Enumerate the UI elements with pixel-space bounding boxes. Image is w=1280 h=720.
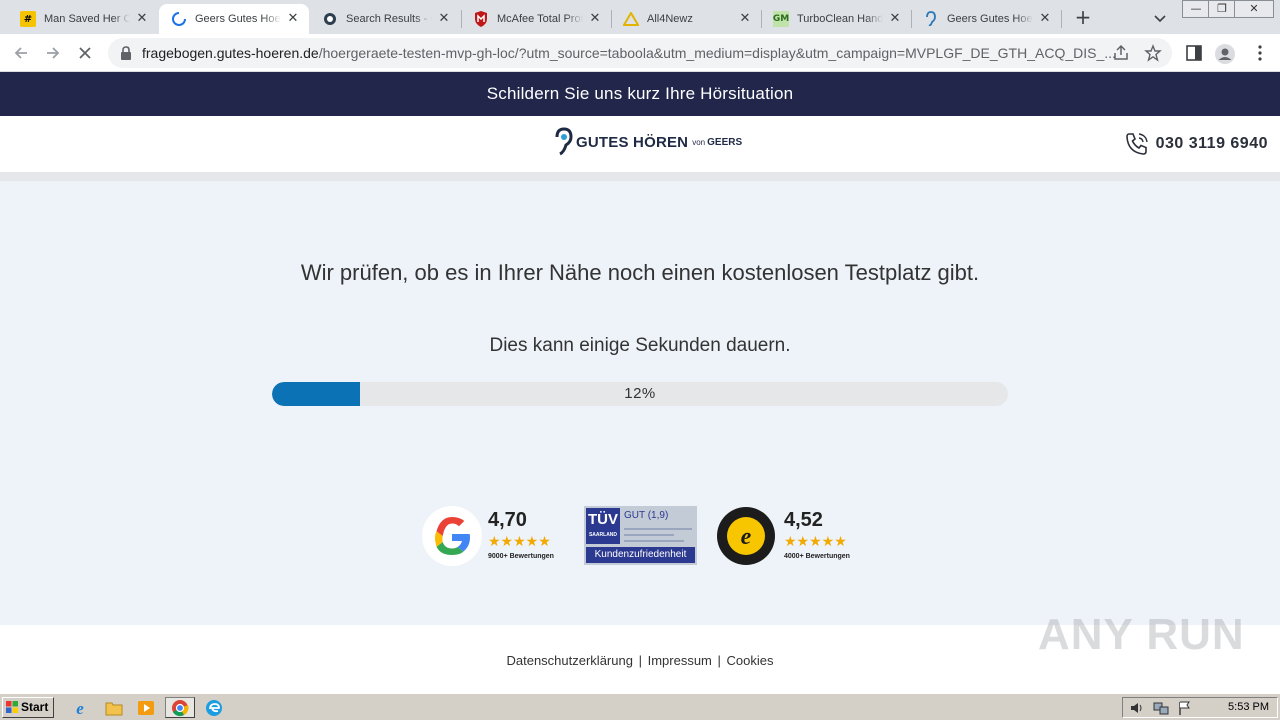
share-icon[interactable] [1112, 44, 1130, 62]
mcafee-shield-icon [473, 11, 489, 27]
svg-text:e: e [76, 699, 84, 717]
forward-arrow-icon[interactable] [40, 40, 66, 66]
browser-tab[interactable]: Geers Gutes Hoer ✕ [911, 4, 1061, 34]
chrome-icon[interactable] [165, 697, 195, 718]
windows-flag-icon [6, 701, 18, 713]
google-rating-score: 4,70 [488, 509, 527, 531]
start-label: Start [21, 700, 49, 714]
trusted-shops-seal-icon: e [716, 506, 776, 566]
network-icon[interactable] [1153, 700, 1169, 720]
close-icon[interactable]: ✕ [887, 11, 903, 27]
restore-icon[interactable]: ❐ [1208, 0, 1236, 18]
svg-text:e: e [741, 524, 752, 550]
browser-tab[interactable]: GM TurboClean Hands ✕ [761, 4, 911, 34]
logo-main-text: GUTES HÖREN [576, 133, 689, 151]
logo-sub-text: von GEERS [692, 136, 743, 148]
internet-explorer-icon[interactable]: e [68, 697, 92, 718]
browser-toolbar: fragebogen.gutes-hoeren.de/hoergeraete-t… [0, 34, 1280, 72]
close-icon[interactable]: ✕ [134, 11, 150, 27]
footer-link-imprint[interactable]: Impressum [648, 653, 712, 668]
footer-link-cookies[interactable]: Cookies [727, 653, 774, 668]
volume-icon[interactable] [1129, 700, 1145, 720]
hash-icon: # [20, 11, 36, 27]
search-globe-icon [322, 11, 338, 27]
trusted-shops-review-count: 4000+ Bewertungen [784, 553, 850, 560]
kebab-menu-icon[interactable] [1250, 43, 1270, 63]
taskbar-clock: 5:53 PM [1228, 701, 1269, 713]
url-text[interactable]: fragebogen.gutes-hoeren.de/hoergeraete-t… [142, 45, 1122, 61]
lock-icon[interactable] [118, 45, 134, 61]
windows-taskbar: Start e 5:53 PM [0, 693, 1280, 720]
phone-number[interactable]: 030 3119 6940 [1156, 135, 1268, 153]
close-icon[interactable]: ✕ [1037, 11, 1053, 27]
close-icon[interactable]: ✕ [436, 11, 452, 27]
progress-label: 12% [624, 385, 656, 402]
close-window-icon[interactable]: ✕ [1234, 0, 1274, 18]
trusted-shops-rating-score: 4,52 [784, 509, 823, 531]
page-headline: Wir prüfen, ob es in Ihrer Nähe noch ein… [300, 260, 980, 285]
all4newz-icon [623, 11, 639, 27]
stop-loading-icon[interactable] [72, 40, 98, 66]
media-player-icon[interactable] [134, 697, 158, 718]
chevron-down-icon[interactable] [1150, 8, 1170, 28]
action-center-flag-icon[interactable] [1177, 700, 1193, 720]
star-bookmark-icon[interactable] [1144, 44, 1162, 62]
side-panel-icon[interactable] [1184, 43, 1204, 63]
tab-title: Geers Gutes Hoer [947, 13, 1033, 25]
tab-title: Geers Gutes Hoer [195, 13, 281, 25]
google-logo-icon [422, 506, 482, 566]
close-icon[interactable]: ✕ [587, 11, 603, 27]
trust-badges: 4,70 ★★★★★ 9000+ Bewertungen TÜV SAARLAND… [0, 501, 1280, 571]
gutes-hoeren-logo[interactable]: GUTES HÖREN von GEERS [553, 126, 742, 158]
footer-link-privacy[interactable]: Datenschutzerklärung [506, 653, 632, 668]
google-rating-stars: ★★★★★ [488, 534, 551, 550]
google-review-count: 9000+ Bewertungen [488, 553, 554, 560]
tuev-grade: GUT (1,9) [624, 510, 669, 521]
browser-tab[interactable]: Search Results - C ✕ [310, 4, 460, 34]
back-arrow-icon[interactable] [8, 40, 34, 66]
browser-tab[interactable]: All4Newz ✕ [611, 4, 761, 34]
gm-icon: GM [773, 11, 789, 27]
browser-tab-active[interactable]: Geers Gutes Hoer ✕ [159, 4, 309, 34]
new-tab-plus-icon[interactable]: + [1072, 7, 1094, 29]
phone-icon [1125, 133, 1148, 155]
browser-tab[interactable]: # Man Saved Her Cu ✕ [8, 4, 158, 34]
url-host: fragebogen.gutes-hoeren.de [142, 45, 319, 61]
tab-title: All4Newz [647, 13, 693, 25]
page-subline: Dies kann einige Sekunden dauern. [489, 335, 791, 356]
system-tray: 5:53 PM [1122, 697, 1278, 718]
tuev-footer-label: Kundenzufriedenheit [586, 547, 695, 563]
loading-spinner-icon [171, 11, 187, 27]
trusted-shops-rating-stars: ★★★★★ [784, 534, 847, 550]
anyrun-watermark: ANY RUN [1038, 610, 1245, 659]
tuev-logo: TÜV SAARLAND [586, 508, 620, 544]
edge-icon[interactable] [202, 697, 226, 718]
tab-title: Search Results - C [346, 13, 432, 25]
top-banner: Schildern Sie uns kurz Ihre Hörsituation [0, 72, 1280, 116]
address-bar[interactable]: fragebogen.gutes-hoeren.de/hoergeraete-t… [108, 38, 1172, 68]
phone-contact[interactable]: 030 3119 6940 [1124, 131, 1268, 157]
ear-logo-icon [555, 127, 573, 156]
main-content: Wir prüfen, ob es in Ihrer Nähe noch ein… [0, 181, 1280, 625]
file-explorer-icon[interactable] [102, 697, 126, 718]
close-icon[interactable]: ✕ [737, 11, 753, 27]
progress-bar: 12% [272, 382, 1008, 406]
start-button[interactable]: Start [2, 697, 54, 718]
tab-title: Man Saved Her Cu [44, 13, 130, 25]
browser-tab[interactable]: McAfee Total Prote ✕ [461, 4, 611, 34]
url-path: /hoergeraete-testen-mvp-gh-loc/?utm_sour… [318, 45, 1116, 61]
minimize-icon[interactable]: — [1182, 0, 1210, 18]
tuev-seal: TÜV SAARLAND GUT (1,9) Kundenzufriedenhei… [584, 506, 697, 565]
tab-title: TurboClean Hands [797, 13, 883, 25]
tab-title: McAfee Total Prote [497, 13, 583, 25]
ear-icon [923, 11, 939, 27]
site-header: GUTES HÖREN von GEERS 030 3119 6940 [0, 116, 1280, 172]
browser-tab-strip: # Man Saved Her Cu ✕ Geers Gutes Hoer ✕ … [0, 0, 1280, 34]
profile-avatar-icon[interactable] [1214, 43, 1235, 64]
close-icon[interactable]: ✕ [285, 11, 301, 27]
header-divider [0, 172, 1280, 181]
